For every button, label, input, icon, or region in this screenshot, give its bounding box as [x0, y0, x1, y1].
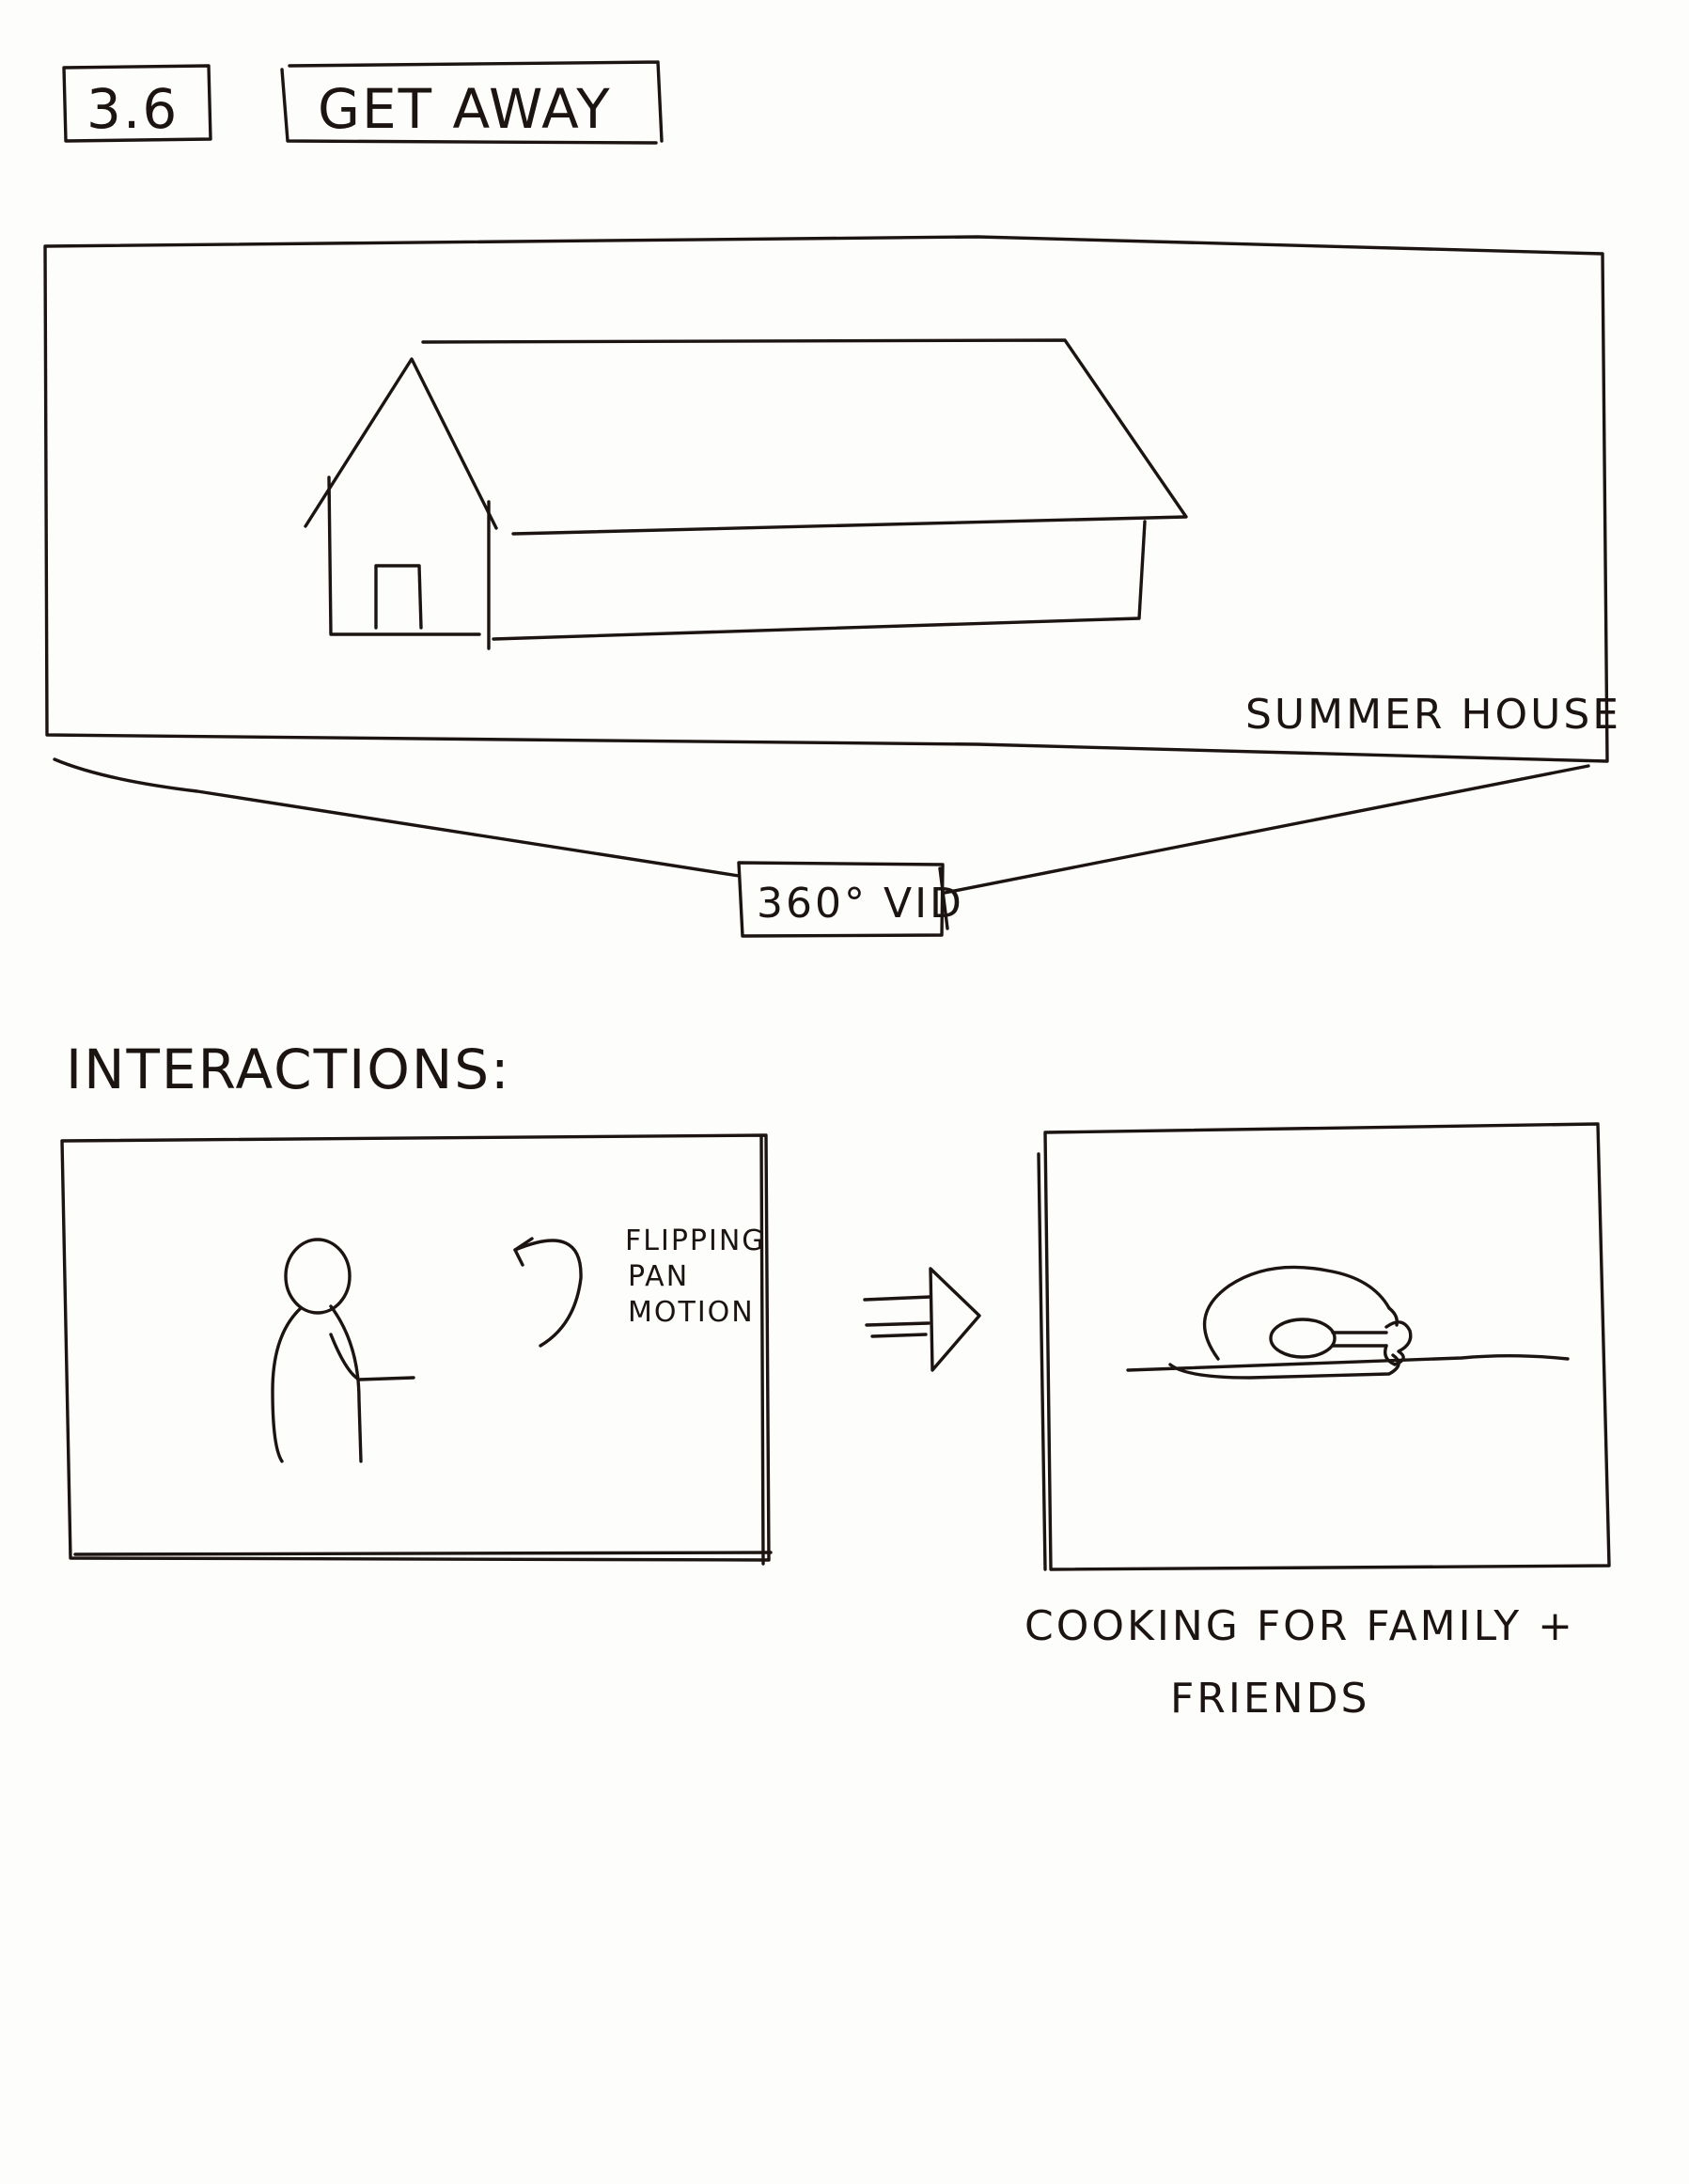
media-type-label: 360° VID	[757, 880, 964, 928]
section-number-box: 3.6	[62, 64, 212, 143]
section-number: 3.6	[86, 77, 179, 141]
summer-house-drawing	[304, 338, 1188, 650]
gesture-label-line-2: PAN	[628, 1260, 689, 1293]
result-caption-line-1: COOKING FOR FAMILY +	[1024, 1602, 1575, 1650]
scene-bracket	[53, 757, 1590, 895]
media-type-tag: 360° VID	[737, 861, 964, 938]
roast-turkey-drawing	[1126, 1265, 1570, 1380]
gesture-label-line-1: FLIPPING	[625, 1225, 766, 1257]
person-figure	[271, 1238, 415, 1463]
result-panel	[1037, 1122, 1611, 1571]
result-caption: COOKING FOR FAMILY + FRIENDS	[1024, 1602, 1575, 1723]
storyboard-sheet: 3.6 GET AWAY SUMMER HOUSE 360° VID INTER…	[43, 60, 1621, 1723]
gesture-label: FLIPPING PAN MOTION	[625, 1225, 766, 1329]
transition-arrow-icon	[863, 1267, 981, 1372]
gesture-label-line-3: MOTION	[628, 1296, 755, 1329]
rotate-arrow-icon	[513, 1237, 583, 1348]
scene-caption: SUMMER HOUSE	[1245, 691, 1621, 739]
result-caption-line-2: FRIENDS	[1170, 1675, 1369, 1723]
gesture-panel	[60, 1133, 773, 1566]
interactions-heading: INTERACTIONS:	[66, 1037, 511, 1101]
page-title: GET AWAY	[318, 77, 612, 141]
scene-frame	[43, 235, 1609, 763]
title-box: GET AWAY	[280, 60, 664, 145]
